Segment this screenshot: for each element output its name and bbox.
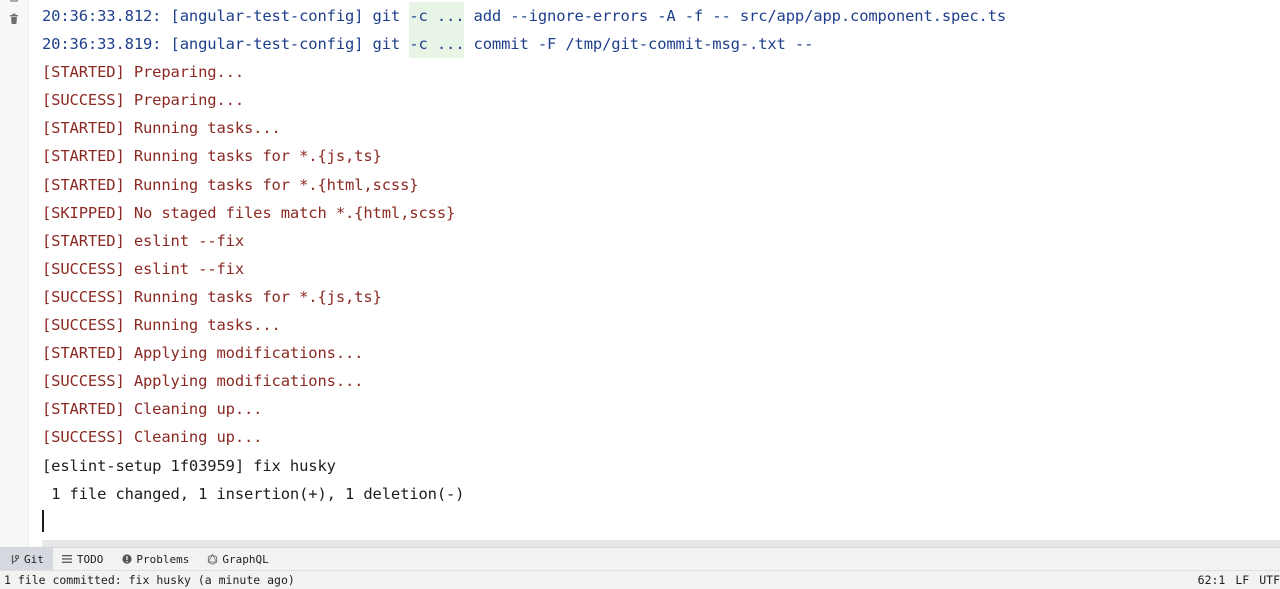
text-caret: [42, 510, 44, 532]
branch-icon: [9, 554, 20, 565]
tab-git-label: Git: [24, 552, 44, 566]
lint-staged-status: [SUCCESS] eslint --fix: [42, 259, 244, 278]
lint-staged-status: [STARTED] Running tasks for *.{js,ts}: [42, 147, 382, 166]
tab-todo-label: TODO: [76, 552, 104, 566]
collapsed-config-flag[interactable]: -c ...: [409, 30, 465, 59]
commit-output: [eslint-setup 1f03959] fix husky: [42, 456, 336, 475]
console-line: [STARTED] Running tasks for *.{js,ts}: [42, 142, 1280, 170]
console-gutter: [0, 0, 29, 547]
console-line: [STARTED] eslint --fix: [42, 227, 1280, 255]
pin-icon[interactable]: [8, 0, 20, 7]
console-line: 20:36:33.812: [angular-test-config] git …: [42, 2, 1280, 30]
horizontal-scrollbar[interactable]: [42, 540, 1280, 547]
warning-circle-icon: [121, 554, 132, 565]
cursor-position[interactable]: 62:1: [1198, 573, 1226, 587]
git-console-output[interactable]: 20:36:33.812: [angular-test-config] git …: [42, 2, 1280, 540]
lint-staged-status: [SUCCESS] Applying modifications...: [42, 372, 364, 391]
lint-staged-status: [SUCCESS] Cleaning up...: [42, 428, 263, 447]
lint-staged-status: [STARTED] Cleaning up...: [42, 400, 263, 419]
commit-output: 1 file changed, 1 insertion(+), 1 deleti…: [42, 484, 465, 503]
file-encoding[interactable]: UTF: [1259, 573, 1280, 587]
status-bar: 1 file committed: fix husky (a minute ag…: [0, 570, 1280, 589]
tab-graphql[interactable]: GraphQL: [198, 548, 277, 570]
lint-staged-status: [STARTED] Applying modifications...: [42, 344, 364, 363]
console-line: [SUCCESS] Running tasks...: [42, 311, 1280, 339]
console-line: [SKIPPED] No staged files match *.{html,…: [42, 199, 1280, 227]
tab-git[interactable]: Git: [0, 548, 53, 570]
lint-staged-status: [SUCCESS] Running tasks for *.{js,ts}: [42, 287, 382, 306]
lint-staged-status: [SKIPPED] No staged files match *.{html,…: [42, 203, 456, 222]
console-line: [STARTED] Applying modifications...: [42, 339, 1280, 367]
console-line: 1 file changed, 1 insertion(+), 1 deleti…: [42, 480, 1280, 508]
console-line: [SUCCESS] Cleaning up...: [42, 423, 1280, 451]
lint-staged-status: [STARTED] Preparing...: [42, 63, 244, 82]
console-line: [STARTED] Running tasks for *.{html,scss…: [42, 171, 1280, 199]
console-line: [STARTED] Running tasks...: [42, 114, 1280, 142]
lint-staged-status: [STARTED] Running tasks...: [42, 119, 281, 138]
tab-graphql-label: GraphQL: [222, 552, 269, 566]
status-message[interactable]: 1 file committed: fix husky (a minute ag…: [0, 573, 1188, 587]
collapsed-config-flag[interactable]: -c ...: [409, 2, 465, 30]
console-line: [SUCCESS] Running tasks for *.{js,ts}: [42, 283, 1280, 311]
tab-problems[interactable]: Problems: [112, 548, 198, 570]
lint-staged-status: [STARTED] eslint --fix: [42, 231, 244, 250]
console-line: [STARTED] Preparing...: [42, 58, 1280, 86]
console-line: 20:36:33.819: [angular-test-config] git …: [42, 30, 1280, 59]
git-command-prefix: 20:36:33.819: [angular-test-config] git: [42, 35, 410, 54]
console-line: [SUCCESS] Applying modifications...: [42, 367, 1280, 395]
git-command-args: add --ignore-errors -A -f -- src/app/app…: [464, 7, 1007, 25]
console-line: [SUCCESS] eslint --fix: [42, 255, 1280, 283]
tool-window-bar: Git TODO Problems GraphQL: [0, 547, 1280, 570]
git-command-args: commit -F /tmp/git-commit-msg-.txt --: [464, 35, 814, 54]
list-icon: [62, 554, 73, 565]
console-line: [eslint-setup 1f03959] fix husky: [42, 452, 1280, 480]
tab-todo[interactable]: TODO: [53, 548, 113, 570]
tab-problems-label: Problems: [136, 552, 190, 566]
graphql-icon: [207, 553, 218, 565]
lint-staged-status: [SUCCESS] Running tasks...: [42, 316, 281, 335]
lint-staged-status: [SUCCESS] Preparing...: [42, 91, 244, 110]
console-line: [STARTED] Cleaning up...: [42, 395, 1280, 423]
line-ending[interactable]: LF: [1235, 573, 1249, 587]
trash-icon[interactable]: [8, 13, 20, 25]
console-line: [SUCCESS] Preparing...: [42, 86, 1280, 114]
lint-staged-status: [STARTED] Running tasks for *.{html,scss…: [42, 175, 419, 194]
git-command-prefix: 20:36:33.812: [angular-test-config] git: [42, 7, 410, 25]
